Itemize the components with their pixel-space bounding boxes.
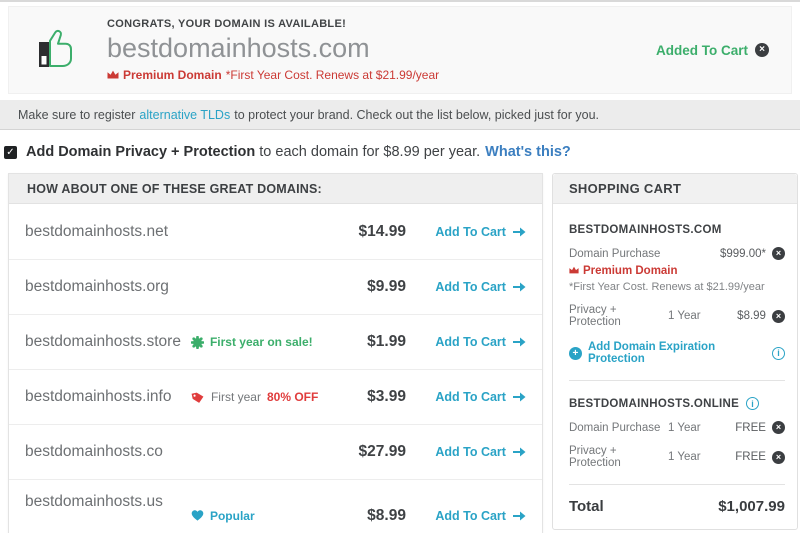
domain-price: $27.99 <box>358 443 406 460</box>
domain-price: $1.99 <box>367 333 406 350</box>
heart-icon <box>191 510 204 521</box>
congrats-heading: CONGRATS, YOUR DOMAIN IS AVAILABLE! <box>107 18 347 30</box>
crown-icon <box>107 68 119 82</box>
premium-domain-badge: Premium Domain <box>582 265 678 277</box>
whats-this-link[interactable]: What's this? <box>485 144 571 160</box>
added-to-cart-link[interactable]: Added To Cart <box>656 43 748 58</box>
suggestion-row-co: bestdomainhosts.co $27.99 Add To Cart <box>9 424 542 479</box>
total-label: Total <box>568 498 604 515</box>
suggestions-title: HOW ABOUT ONE OF THESE GREAT DOMAINS: <box>9 174 542 204</box>
suggested-domain: bestdomainhosts.org <box>25 278 169 295</box>
cart-item-domain-online: BESTDOMAINHOSTS.ONLINE i <box>569 397 785 410</box>
suggestion-row-us: bestdomainhosts.us Popular $8.99 Add To … <box>9 479 542 533</box>
notice-text-pre: Make sure to register <box>18 107 136 122</box>
privacy-bold-text: Add Domain Privacy + Protection <box>26 144 256 160</box>
suggestion-row-org: bestdomainhosts.org $9.99 Add To Cart <box>9 259 542 314</box>
plus-icon: + <box>568 346 582 360</box>
privacy-rest-text: to each domain for $8.99 per year. <box>259 144 481 160</box>
arrow-right-icon <box>512 392 526 402</box>
add-to-cart-link[interactable]: Add To Cart <box>406 390 526 404</box>
sale-badge: First year on sale! <box>181 335 331 349</box>
add-to-cart-link[interactable]: Add To Cart <box>406 280 526 294</box>
suggestion-row-store: bestdomainhosts.store First year on sale… <box>9 314 542 369</box>
cart-total-row: Total $1,007.99 <box>569 485 785 517</box>
privacy-protection-row: ✓ Add Domain Privacy + Protection to eac… <box>0 130 800 173</box>
suggested-domain: bestdomainhosts.co <box>25 443 163 460</box>
domain-suggestions-panel: HOW ABOUT ONE OF THESE GREAT DOMAINS: be… <box>8 173 543 533</box>
domain-available-banner: CONGRATS, YOUR DOMAIN IS AVAILABLE! best… <box>8 6 792 94</box>
premium-note: *First Year Cost. Renews at $21.99/year <box>568 281 765 293</box>
searched-domain-name: bestdomainhosts.com <box>107 33 370 63</box>
cart-line-domain-purchase: Domain Purchase 1 Year FREE × <box>569 421 785 434</box>
alternative-tlds-link[interactable]: alternative TLDs <box>139 108 230 122</box>
suggested-domain: bestdomainhosts.store <box>25 333 181 350</box>
domain-price: $8.99 <box>367 506 406 524</box>
discount-badge: First year 80% OFF <box>181 390 331 404</box>
suggestion-row-info: bestdomainhosts.info First year 80% OFF … <box>9 369 542 424</box>
cart-item-domain-com: BESTDOMAINHOSTS.COM <box>568 224 722 236</box>
shopping-cart-panel: SHOPPING CART BESTDOMAINHOSTS.COM Domain… <box>551 173 798 530</box>
arrow-right-icon <box>512 282 526 292</box>
total-value: $1,007.99 <box>718 498 785 515</box>
notice-text-post: to protect your brand. Check out the lis… <box>234 107 599 122</box>
add-to-cart-link[interactable]: Add To Cart <box>406 225 526 239</box>
privacy-checkbox[interactable]: ✓ <box>4 145 17 159</box>
arrow-right-icon <box>512 337 526 347</box>
remove-item-icon[interactable]: × <box>771 450 785 464</box>
info-icon[interactable]: i <box>771 346 785 360</box>
remove-from-cart-icon[interactable]: × <box>755 43 769 57</box>
cart-divider <box>568 380 785 381</box>
arrow-right-icon <box>512 511 526 520</box>
suggestion-row-net: bestdomainhosts.net $14.99 Add To Cart <box>9 204 542 259</box>
premium-note: *First Year Cost. Renews at $21.99/year <box>225 68 440 82</box>
crown-icon <box>569 265 579 277</box>
cart-line-privacy-protection: Privacy + Protection 1 Year $8.99 × <box>569 304 785 328</box>
premium-domain-badge: Premium Domain <box>123 68 222 82</box>
domain-price: $3.99 <box>367 388 406 405</box>
remove-item-icon[interactable]: × <box>771 247 785 260</box>
seal-burst-icon <box>190 335 204 349</box>
remove-item-icon[interactable]: × <box>771 309 785 323</box>
suggested-domain: bestdomainhosts.net <box>25 222 169 240</box>
domain-price: $9.99 <box>367 278 406 295</box>
cart-line-domain-purchase: Domain Purchase $999.00* × <box>569 247 785 260</box>
domain-price: $14.99 <box>358 222 406 240</box>
add-to-cart-link[interactable]: Add To Cart <box>406 509 526 523</box>
add-expiration-protection-link[interactable]: + Add Domain Expiration Protection i <box>568 341 785 365</box>
popular-badge: Popular <box>181 509 331 523</box>
add-to-cart-link[interactable]: Add To Cart <box>406 445 526 459</box>
suggested-domain: bestdomainhosts.us <box>25 492 163 510</box>
domain-results-page: CONGRATS, YOUR DOMAIN IS AVAILABLE! best… <box>0 0 800 533</box>
alternative-tlds-notice: Make sure to register alternative TLDs t… <box>0 100 800 130</box>
suggested-domain: bestdomainhosts.info <box>25 388 172 405</box>
price-tag-icon <box>191 392 204 403</box>
arrow-right-icon <box>512 227 526 236</box>
info-icon[interactable]: i <box>746 397 760 410</box>
cart-title: SHOPPING CART <box>552 174 797 204</box>
cart-line-privacy-protection: Privacy + Protection 1 Year FREE × <box>569 445 785 469</box>
thumbs-up-icon <box>33 25 81 76</box>
add-to-cart-link[interactable]: Add To Cart <box>406 335 526 349</box>
arrow-right-icon <box>512 447 526 457</box>
remove-item-icon[interactable]: × <box>771 421 785 434</box>
